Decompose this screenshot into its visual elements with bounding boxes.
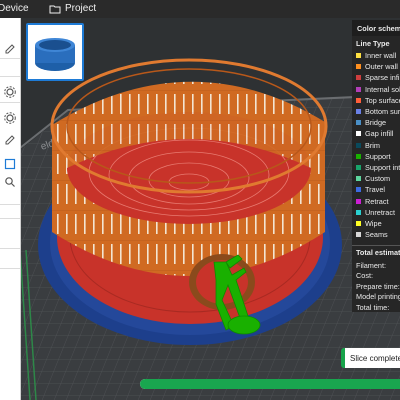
stat-label: Total time:	[356, 302, 390, 312]
legend-item-label: Support interface	[365, 162, 400, 172]
stat-row: Cost:	[352, 271, 400, 282]
stat-label: Prepare time:	[356, 281, 400, 291]
settings-icon[interactable]	[4, 86, 16, 98]
legend-item-label: Gap infill	[365, 129, 394, 139]
legend-item[interactable]: Support interface	[352, 162, 400, 173]
legend-swatch	[356, 164, 361, 170]
legend-item[interactable]: Wipe	[352, 218, 400, 229]
stat-row: Filament:	[352, 260, 400, 271]
legend-swatch	[356, 120, 361, 126]
stats-rows: Filament: Cost: Prepare time: Model printin…	[352, 260, 400, 312]
legend-item-label: Sparse infill	[365, 73, 400, 83]
legend-item-label: Custom	[365, 174, 391, 184]
stat-label: Filament:	[356, 260, 387, 270]
legend-swatch	[356, 131, 361, 137]
stat-row: Prepare time:	[352, 281, 400, 292]
legend-panel: Color scheme Line Type Inner wallOuter w…	[352, 20, 400, 312]
legend-item[interactable]: Travel	[352, 184, 400, 195]
tab-device[interactable]: Device	[0, 3, 29, 14]
legend-item[interactable]: Retract	[352, 195, 400, 206]
folder-icon	[49, 5, 61, 13]
stat-row: Model printing time:	[352, 292, 400, 303]
legend-item-label: Internal solid infill	[365, 84, 400, 94]
legend-items: Inner wall Outer wall Sparse infill Interna…	[352, 50, 400, 240]
legend-item[interactable]: Support	[352, 151, 400, 162]
legend-swatch	[356, 142, 361, 148]
search-icon[interactable]	[4, 176, 16, 188]
legend-item[interactable]: Sparse infill	[352, 72, 400, 83]
plate-model-preview	[35, 38, 75, 71]
legend-item-label: Outer wall	[365, 62, 398, 72]
legend-item[interactable]: Inner wall	[352, 50, 400, 61]
legend-item[interactable]: Seams	[352, 229, 400, 240]
notification-text: Slice complete	[350, 353, 400, 363]
legend-swatch	[356, 53, 361, 59]
legend-swatch	[356, 64, 361, 70]
stat-label: Model printing time:	[356, 292, 400, 302]
legend-item-label: Bottom surface	[365, 107, 400, 117]
legend-swatch	[356, 232, 361, 238]
legend-swatch	[356, 86, 361, 92]
legend-header[interactable]: Color scheme	[352, 20, 400, 36]
legend-item-label: Travel	[365, 185, 386, 195]
legend-item[interactable]: Bridge	[352, 117, 400, 128]
edit-icon[interactable]	[4, 43, 16, 55]
legend-swatch	[356, 209, 361, 215]
legend-swatch	[356, 97, 361, 103]
legend-item-label: Retract	[365, 196, 389, 206]
left-panel	[0, 18, 21, 400]
progress-fill	[140, 379, 400, 389]
legend-swatch	[356, 187, 361, 193]
legend-item[interactable]: Custom	[352, 173, 400, 184]
legend-item-label: Brim	[365, 140, 380, 150]
edit-icon[interactable]	[4, 134, 16, 146]
legend-swatch	[356, 153, 361, 159]
plate-thumbnail[interactable]	[26, 23, 84, 81]
tab-device-label: Device	[0, 3, 29, 14]
legend-item[interactable]: Top surface	[352, 95, 400, 106]
slice-complete-notification: Slice complete	[341, 348, 400, 368]
legend-item-label: Unretract	[365, 207, 396, 217]
legend-item-label: Wipe	[365, 218, 382, 228]
stat-row: Total time:	[352, 302, 400, 312]
top-menu-bar: Device Project	[0, 0, 400, 18]
legend-item[interactable]: Brim	[352, 140, 400, 151]
legend-item[interactable]: Gap infill	[352, 128, 400, 139]
legend-item-label: Inner wall	[365, 51, 397, 61]
tab-project-label: Project	[65, 3, 97, 14]
stat-label: Cost:	[356, 271, 374, 281]
tab-project[interactable]: Project	[49, 3, 96, 14]
legend-item-label: Seams	[365, 230, 388, 240]
legend-column-header: Line Type	[356, 39, 390, 48]
legend-swatch	[356, 109, 361, 115]
legend-item-label: Top surface	[365, 95, 400, 105]
legend-item[interactable]: Unretract	[352, 207, 400, 218]
legend-title: Color scheme	[357, 23, 400, 33]
legend-item[interactable]: Bottom surface	[352, 106, 400, 117]
slicing-progress-bar	[140, 379, 400, 389]
legend-item[interactable]: Outer wall	[352, 61, 400, 72]
legend-item[interactable]: Internal solid infill	[352, 84, 400, 95]
legend-item-label: Support	[365, 151, 391, 161]
settings-icon[interactable]	[4, 112, 16, 124]
legend-swatch	[356, 176, 361, 182]
legend-swatch	[356, 75, 361, 81]
filament-icon[interactable]	[4, 158, 16, 170]
stats-title: Total estimation	[352, 245, 400, 260]
legend-swatch	[356, 220, 361, 226]
legend-swatch	[356, 198, 361, 204]
legend-item-label: Bridge	[365, 118, 387, 128]
